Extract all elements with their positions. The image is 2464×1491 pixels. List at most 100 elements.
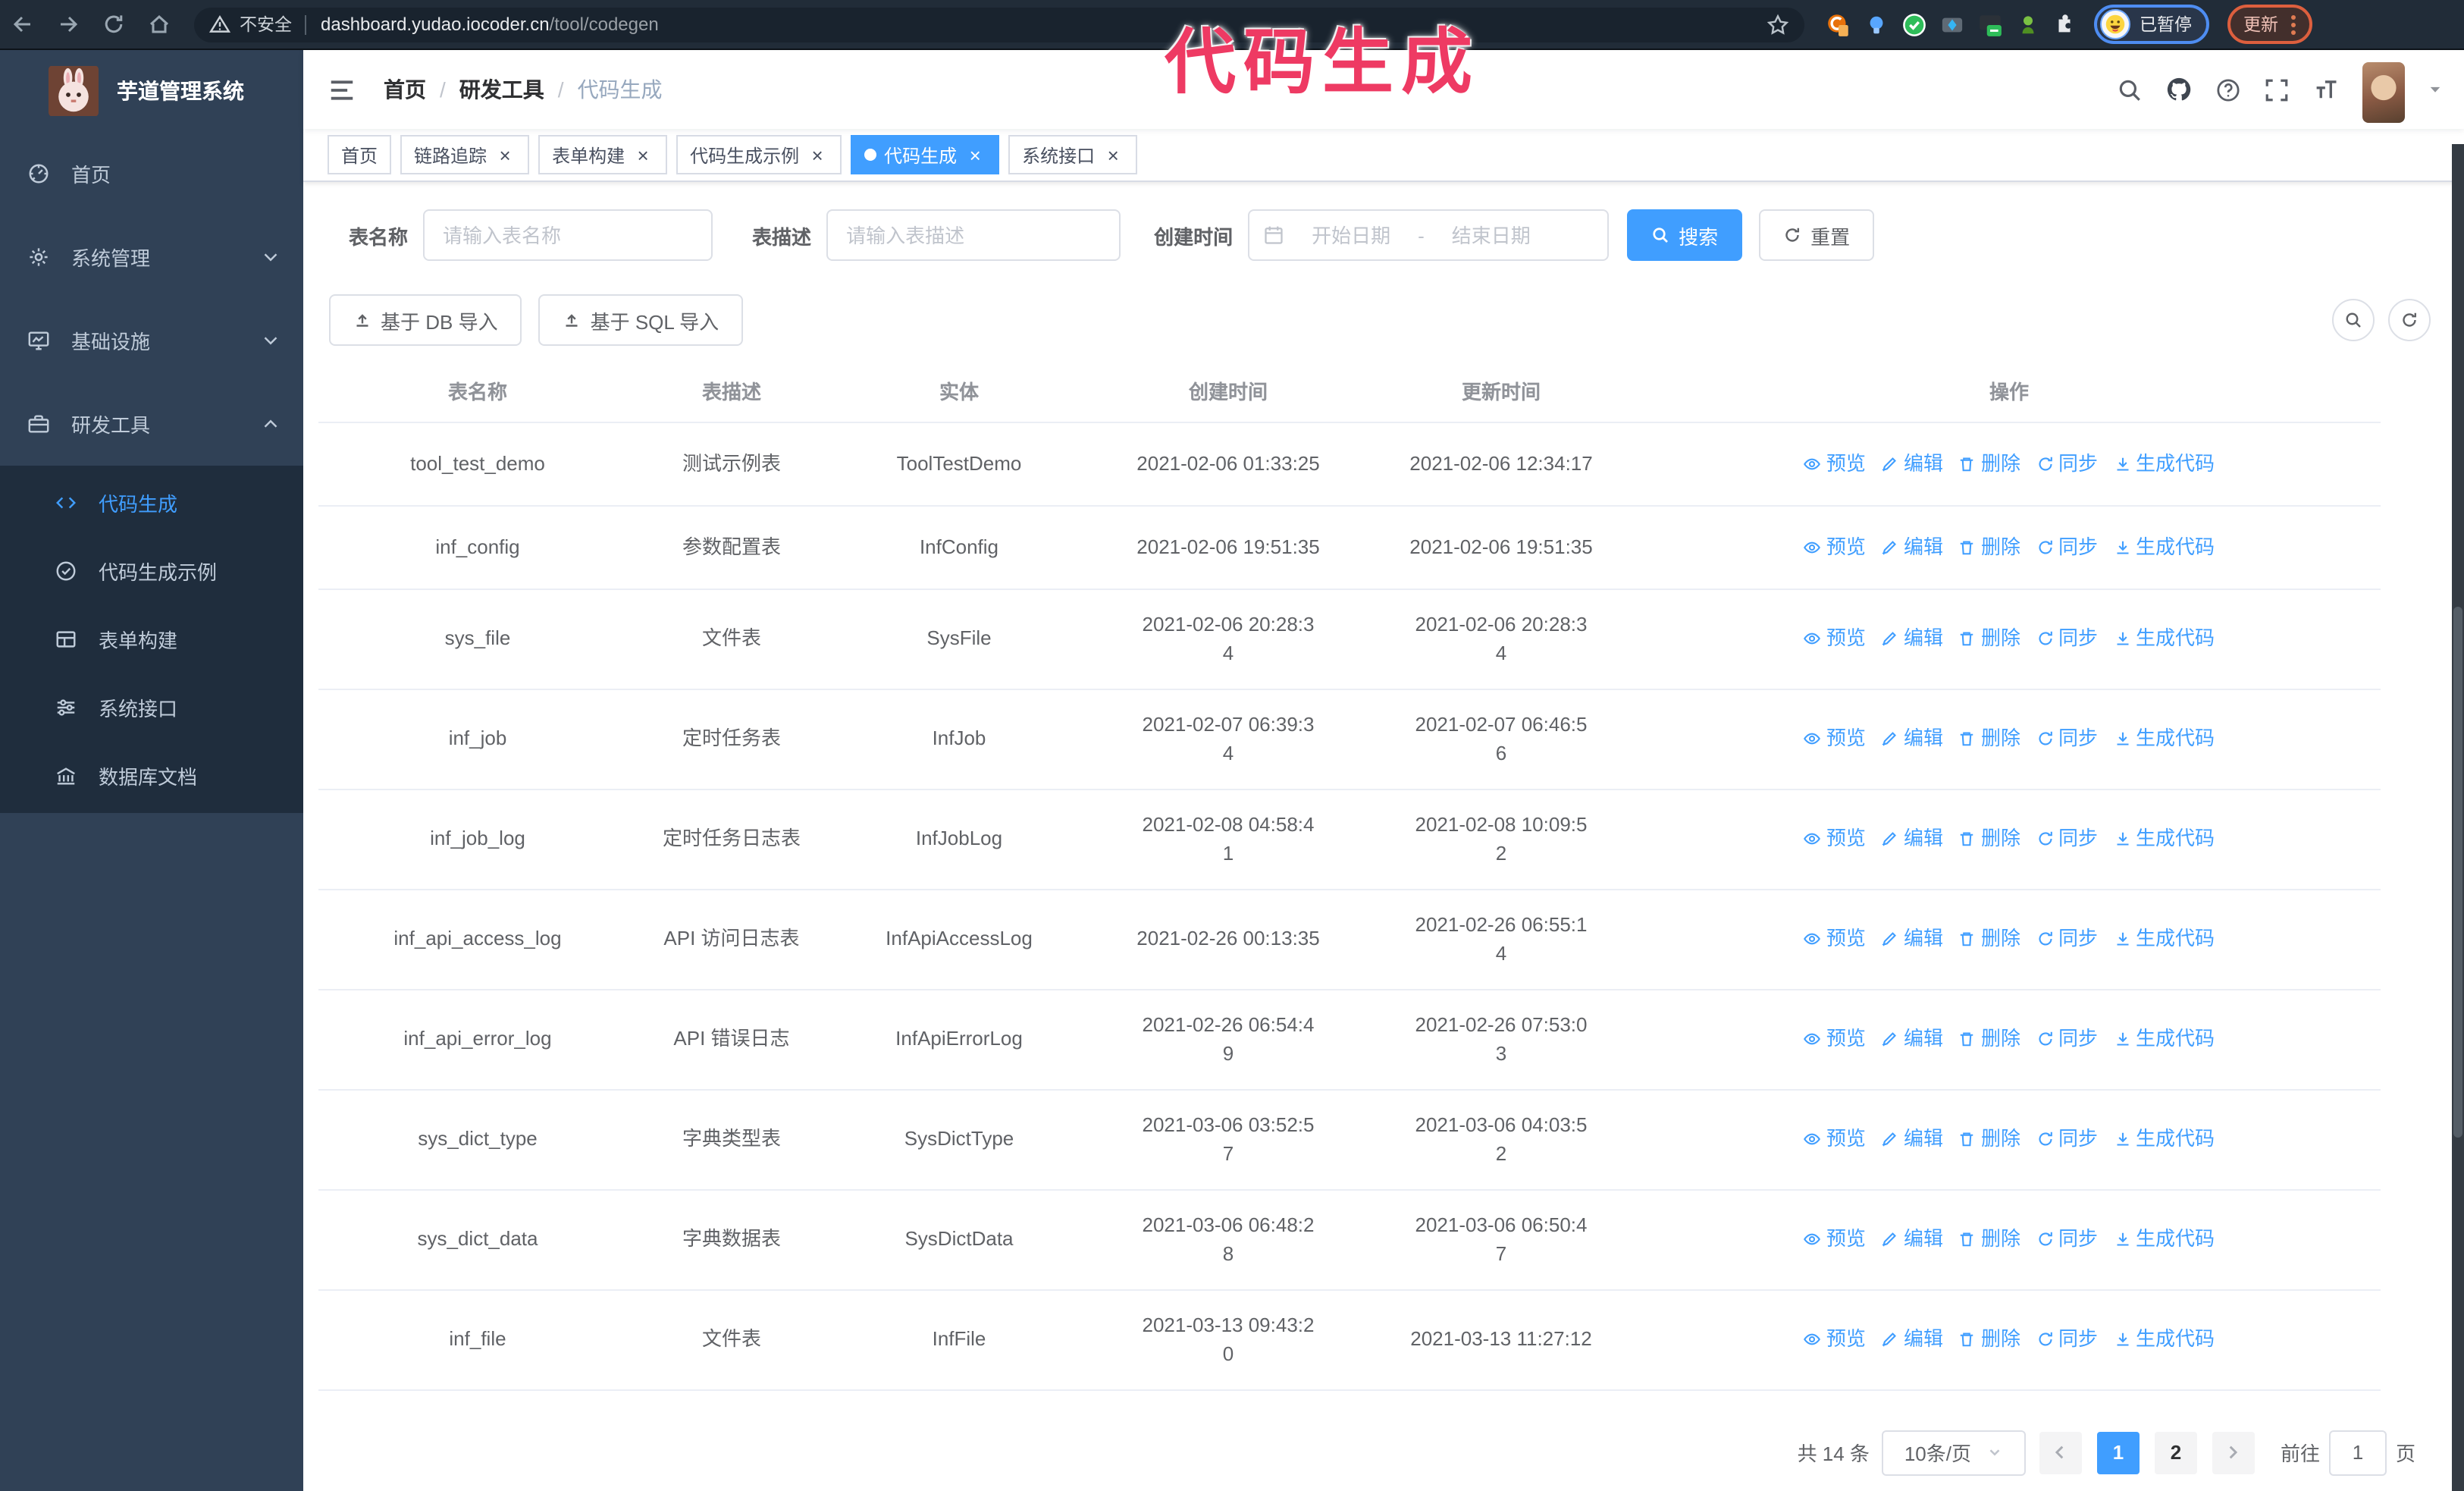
kebab-menu-icon[interactable] [2290,14,2295,34]
action-edit-link[interactable]: 编辑 [1881,449,1943,479]
breadcrumb-item[interactable]: 研发工具 [459,74,544,105]
action-edit-link[interactable]: 编辑 [1881,1325,1943,1354]
hamburger-icon[interactable] [312,75,371,104]
tab-代码生成示例[interactable]: 代码生成示例 × [676,135,842,174]
extension-puzzle-icon[interactable] [2053,13,2076,36]
search-button[interactable]: 搜索 [1627,209,1743,261]
prev-page-button[interactable] [2039,1431,2082,1474]
extension-on-icon[interactable] [1977,11,2003,37]
scrollbar-thumb[interactable] [2453,607,2462,1138]
start-date-input[interactable] [1290,222,1412,248]
action-eye-link[interactable]: 预览 [1804,924,1866,954]
action-sync-link[interactable]: 同步 [2036,1125,2098,1154]
font-size-icon[interactable] [2312,76,2340,103]
refresh-table-button[interactable] [2388,299,2431,341]
sidebar-item-dev-tools[interactable]: 研发工具 [0,382,303,466]
action-edit-link[interactable]: 编辑 [1881,1225,1943,1254]
avatar[interactable] [2362,62,2405,123]
action-trash-link[interactable]: 删除 [1958,824,2020,854]
action-sync-link[interactable]: 同步 [2036,924,2098,954]
table-name-input[interactable] [423,209,713,261]
extension-bulb-icon[interactable] [1865,13,1888,36]
breadcrumb-item[interactable]: 首页 [384,74,426,105]
tab-close-icon[interactable]: × [632,144,654,165]
extension-green-figure-icon[interactable] [2017,13,2039,36]
bookmark-star-icon[interactable] [1766,13,1789,36]
action-eye-link[interactable]: 预览 [1804,1225,1866,1254]
action-trash-link[interactable]: 删除 [1958,1325,2020,1354]
goto-page-input[interactable] [2328,1430,2387,1475]
action-edit-link[interactable]: 编辑 [1881,624,1943,654]
forward-icon[interactable] [45,5,91,44]
tab-代码生成[interactable]: 代码生成 × [851,135,1000,174]
extension-diamond-icon[interactable] [1941,13,1964,36]
action-edit-link[interactable]: 编辑 [1881,532,1943,562]
action-download-link[interactable]: 生成代码 [2113,1025,2215,1054]
help-icon[interactable] [2215,77,2241,102]
action-eye-link[interactable]: 预览 [1804,724,1866,754]
action-eye-link[interactable]: 预览 [1804,449,1866,479]
action-trash-link[interactable]: 删除 [1958,449,2020,479]
address-bar[interactable]: 不安全 dashboard.yudao.iocoder.cn/tool/code… [194,7,1804,42]
sidebar-item-form-builder[interactable]: 表单构建 [0,605,303,673]
action-download-link[interactable]: 生成代码 [2113,1125,2215,1154]
action-download-link[interactable]: 生成代码 [2113,624,2215,654]
page-scrollbar[interactable] [2452,144,2464,1491]
tab-表单构建[interactable]: 表单构建 × [538,135,668,174]
action-eye-link[interactable]: 预览 [1804,624,1866,654]
date-range-picker[interactable]: - [1248,209,1610,261]
action-edit-link[interactable]: 编辑 [1881,924,1943,954]
tab-close-icon[interactable]: × [964,144,986,165]
extension-check-icon[interactable] [1901,11,1927,37]
sidebar-item-codegen-demo[interactable]: 代码生成示例 [0,537,303,605]
table-desc-input[interactable] [826,209,1121,261]
action-edit-link[interactable]: 编辑 [1881,1125,1943,1154]
sidebar-item-codegen[interactable]: 代码生成 [0,469,303,537]
page-number-2[interactable]: 2 [2154,1431,2197,1474]
search-icon[interactable] [2117,77,2143,102]
action-download-link[interactable]: 生成代码 [2113,1225,2215,1254]
action-download-link[interactable]: 生成代码 [2113,449,2215,479]
action-trash-link[interactable]: 删除 [1958,1125,2020,1154]
action-eye-link[interactable]: 预览 [1804,1125,1866,1154]
action-edit-link[interactable]: 编辑 [1881,724,1943,754]
security-warning-icon[interactable] [209,14,230,35]
github-icon[interactable] [2165,76,2193,103]
action-eye-link[interactable]: 预览 [1804,824,1866,854]
action-download-link[interactable]: 生成代码 [2113,724,2215,754]
action-trash-link[interactable]: 删除 [1958,924,2020,954]
reset-button[interactable]: 重置 [1759,209,1875,261]
action-eye-link[interactable]: 预览 [1804,1325,1866,1354]
tab-close-icon[interactable]: × [494,144,516,165]
page-size-select[interactable]: 10条/页 [1881,1430,2026,1475]
action-trash-link[interactable]: 删除 [1958,1225,2020,1254]
tab-首页[interactable]: 首页 [328,135,392,174]
action-trash-link[interactable]: 删除 [1958,1025,2020,1054]
tab-链路追踪[interactable]: 链路追踪 × [400,135,530,174]
action-download-link[interactable]: 生成代码 [2113,824,2215,854]
sidebar-item-infrastructure[interactable]: 基础设施 [0,299,303,382]
action-edit-link[interactable]: 编辑 [1881,1025,1943,1054]
next-page-button[interactable] [2212,1431,2255,1474]
sidebar-item-db-doc[interactable]: 数据库文档 [0,742,303,810]
action-trash-link[interactable]: 删除 [1958,724,2020,754]
action-sync-link[interactable]: 同步 [2036,624,2098,654]
action-sync-link[interactable]: 同步 [2036,1025,2098,1054]
sidebar-item-system-api[interactable]: 系统接口 [0,673,303,742]
action-edit-link[interactable]: 编辑 [1881,824,1943,854]
action-trash-link[interactable]: 删除 [1958,624,2020,654]
action-eye-link[interactable]: 预览 [1804,532,1866,562]
action-sync-link[interactable]: 同步 [2036,1325,2098,1354]
import-db-button[interactable]: 基于 DB 导入 [329,294,522,346]
action-sync-link[interactable]: 同步 [2036,724,2098,754]
end-date-input[interactable] [1430,222,1552,248]
tab-系统接口[interactable]: 系统接口 × [1008,135,1138,174]
action-eye-link[interactable]: 预览 [1804,1025,1866,1054]
action-download-link[interactable]: 生成代码 [2113,924,2215,954]
fullscreen-icon[interactable] [2264,77,2290,102]
extension-swirl-icon[interactable] [1826,11,1851,37]
back-icon[interactable] [0,5,45,44]
action-sync-link[interactable]: 同步 [2036,532,2098,562]
toggle-search-button[interactable] [2332,299,2375,341]
tab-close-icon[interactable]: × [807,144,828,165]
